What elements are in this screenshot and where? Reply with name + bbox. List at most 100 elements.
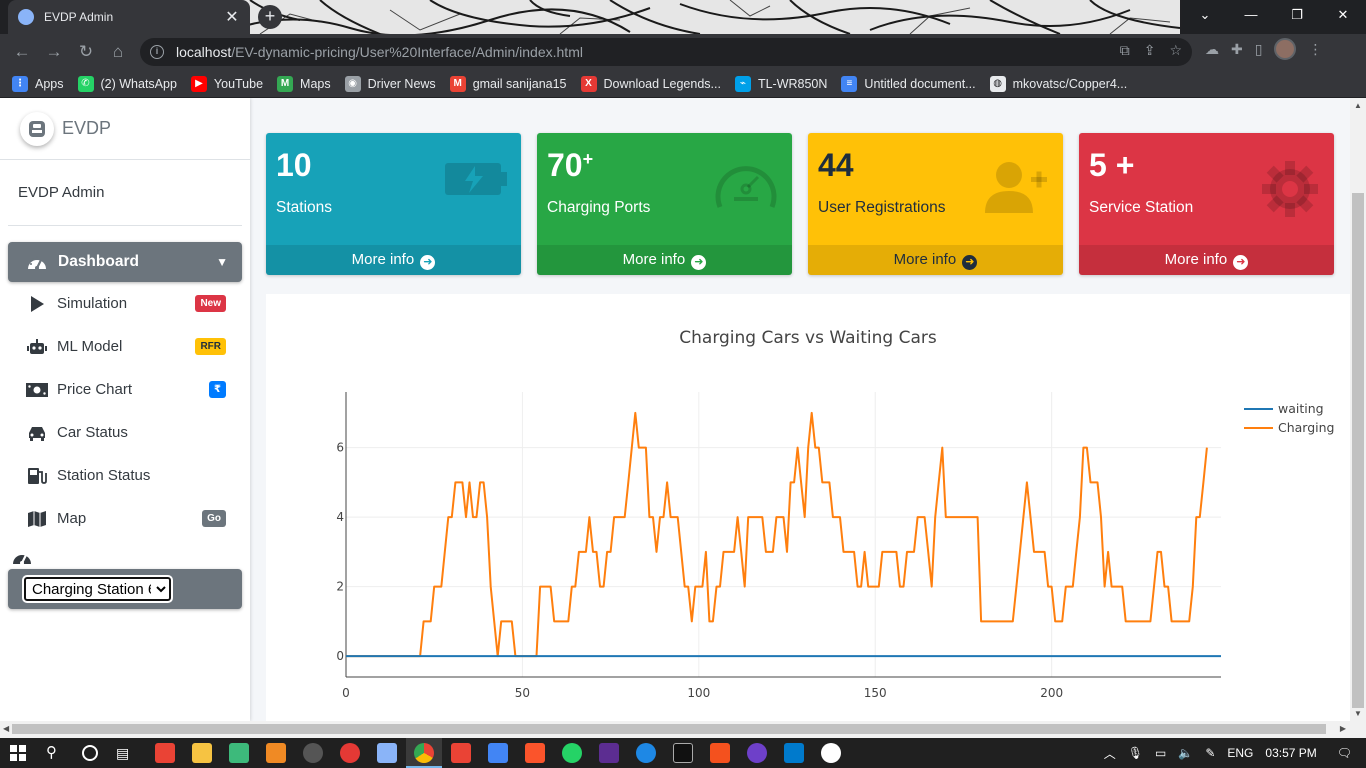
app-icon[interactable] [710,743,730,763]
browser-toolbar: ← → ↻ ⌂ i localhost/EV-dynamic-pricing/U… [0,34,1366,70]
whatsapp-icon[interactable] [562,743,582,763]
bookmark-item[interactable]: ≡ Untitled document... [841,75,976,92]
clock[interactable]: 03:57 PM [1265,746,1316,760]
brave-icon[interactable] [525,743,545,763]
microphone-icon[interactable]: 🎙 [1128,746,1143,760]
sidepanel-icon[interactable]: ▯ [1255,41,1263,58]
app-icon[interactable] [303,743,323,763]
language-indicator[interactable]: ENG [1227,746,1253,760]
bookmark-item[interactable]: ◍ mkovatsc/Copper4... [989,75,1128,92]
calendar-icon[interactable] [488,743,508,763]
sidebar-item-car-status[interactable]: Car Status [8,411,242,454]
horizontal-scrollbar[interactable]: ◀ ▶ [0,721,1366,738]
home-icon[interactable]: ⌂ [102,36,134,68]
new-tab-button[interactable]: + [258,5,282,29]
brand[interactable]: EVDP [0,98,250,160]
site-info-icon[interactable]: i [150,45,164,59]
vertical-scrollbar-thumb[interactable] [1352,193,1364,708]
vertical-scrollbar[interactable]: ▲ ▼ [1350,98,1366,721]
more-info-link[interactable]: More info ➜ [537,245,792,275]
bookmark-item[interactable]: Mgmail sanijana15 [449,75,567,92]
kebab-menu-icon[interactable]: ⋮ [1308,41,1322,58]
search-icon[interactable]: ⚲ [46,743,57,761]
bookmark-label: Apps [35,76,64,91]
cortana-icon[interactable] [82,745,98,761]
profile-avatar[interactable] [1274,38,1297,60]
minimize-button[interactable]: — [1228,0,1274,30]
gmail-app-icon[interactable] [155,743,175,763]
file-explorer-icon[interactable] [192,743,212,763]
line-chart[interactable]: Charging Cars vs Waiting Cars0 50 100 150 20… [266,294,1350,721]
station-select[interactable]: Charging Station 6 [22,575,173,603]
close-window-button[interactable]: ✕ [1320,0,1366,30]
sidebar-item-ml-model[interactable]: ML Model RFR [8,325,242,368]
volume-icon[interactable]: 🔈 [1178,746,1193,760]
share-icon[interactable]: ⇪ [1144,42,1156,59]
gmail-icon[interactable] [451,743,471,763]
opera-icon[interactable] [340,743,360,763]
brand-text: EVDP [62,118,112,138]
system-tray: ︿ 🎙 ▭ 🔈 ✎ ENG 03:57 PM 🗨 [1104,738,1366,768]
notification-icon[interactable]: 🗨 [1337,746,1352,760]
reload-icon[interactable]: ↻ [70,36,102,68]
y-tick-label: 6 [336,441,344,455]
back-icon[interactable]: ← [6,36,38,68]
app-icon[interactable] [821,743,841,763]
task-view-icon[interactable]: ▤ [116,745,129,762]
bookmark-item[interactable]: ⋮ Apps [12,75,64,92]
github-icon[interactable] [747,743,767,763]
scroll-up-icon[interactable]: ▲ [1354,101,1362,110]
more-info-link[interactable]: More info ➜ [266,245,521,275]
horizontal-scrollbar-thumb[interactable] [12,724,1326,734]
url-host: localhost [176,44,232,60]
bookmark-item[interactable]: ✆ (2) WhatsApp [77,75,177,92]
battery-bolt-icon [445,159,507,204]
pen-icon[interactable]: ✎ [1205,746,1215,760]
bookmark-item[interactable]: X Download Legends... [580,75,721,92]
robot-icon [26,338,48,356]
notepad-icon[interactable] [377,743,397,763]
chrome-taskbar-active[interactable] [406,738,442,768]
app-icon[interactable] [599,743,619,763]
status-badge: New [195,295,226,312]
vscode-icon[interactable] [784,743,804,763]
cloud-icon[interactable]: ☁ [1205,41,1219,58]
tab-search-icon[interactable]: ⌄ [1182,0,1228,30]
bookmark-label: mkovatsc/Copper4... [1012,76,1128,91]
bookmark-item[interactable]: ◉ Driver News [344,75,436,92]
series-line-charging [346,411,1208,658]
stat-box-charging-ports: 70+ Charging Ports More info ➜ [537,133,792,275]
arrow-circle-right-icon: ➜ [962,255,978,270]
restore-button[interactable]: ❐ [1274,0,1320,30]
forward-icon[interactable]: → [38,36,70,68]
more-info-link[interactable]: More info ➜ [808,245,1063,275]
sidebar-item-price-chart[interactable]: Price Chart ₹ [8,368,242,411]
more-info-link[interactable]: More info ➜ [1079,245,1334,275]
media-player-icon[interactable] [636,743,656,763]
terminal-icon[interactable] [673,743,693,763]
browser-tab-active[interactable]: EVDP Admin ✕ [8,0,250,34]
stat-value: 5 + [1089,147,1134,184]
sidebar-item-station-status[interactable]: Station Status [8,454,242,497]
sidebar-item-dashboard[interactable]: Dashboard ▼ [8,242,242,282]
scroll-down-icon[interactable]: ▼ [1354,709,1362,718]
network-icon[interactable]: ▭ [1155,746,1166,760]
bookmark-item[interactable]: M Maps [277,75,331,92]
sidebar-item-simulation[interactable]: Simulation New [8,282,242,325]
windows-start-icon[interactable] [10,745,26,761]
bookmark-star-icon[interactable]: ☆ [1169,42,1182,59]
close-tab-icon[interactable]: ✕ [224,7,240,27]
vlc-icon[interactable] [266,743,286,763]
chevron-up-icon[interactable]: ︿ [1104,745,1116,762]
user-name[interactable]: EVDP Admin [8,160,242,226]
scroll-left-icon[interactable]: ◀ [3,724,9,733]
bookmark-item[interactable]: ⌁ TL-WR850N [734,75,827,92]
address-bar[interactable]: i localhost/EV-dynamic-pricing/User%20In… [140,38,1192,66]
translate-icon[interactable]: ⧉ [1120,42,1130,59]
legend-label: Charging [1278,420,1335,435]
puzzle-icon[interactable]: ✚ [1231,41,1243,58]
scroll-right-icon[interactable]: ▶ [1340,724,1346,733]
bookmark-item[interactable]: ▶ YouTube [190,75,263,92]
sidebar-item-map[interactable]: Map Go [8,497,242,540]
calculator-icon[interactable] [229,743,249,763]
